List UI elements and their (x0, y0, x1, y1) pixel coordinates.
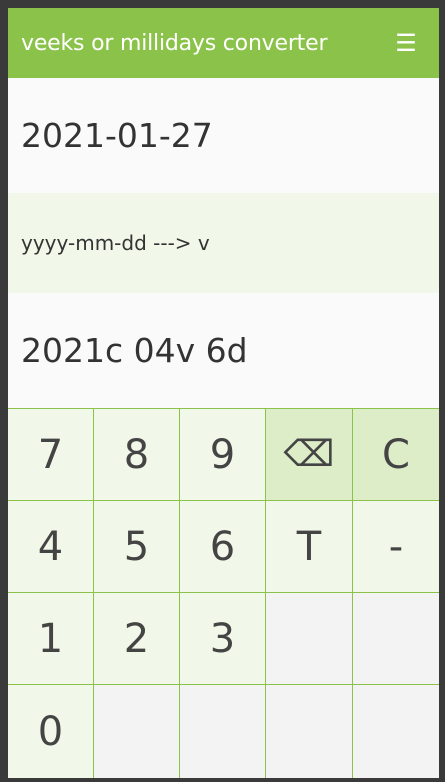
empty-key (353, 593, 439, 685)
empty-key (353, 685, 439, 778)
key-0[interactable]: 0 (8, 685, 94, 778)
input-value: 2021-01-27 (21, 116, 213, 155)
key-5[interactable]: 5 (94, 501, 180, 593)
empty-key (266, 685, 353, 778)
key-3[interactable]: 3 (180, 593, 266, 685)
minus-button[interactable]: - (353, 501, 439, 593)
empty-key (266, 593, 353, 685)
key-2[interactable]: 2 (94, 593, 180, 685)
empty-key (180, 685, 266, 778)
conversion-mode-selector[interactable]: yyyy-mm-dd ---> v (8, 193, 439, 293)
app-title: veeks or millidays converter (21, 30, 328, 56)
today-button[interactable]: T (266, 501, 353, 593)
key-9[interactable]: 9 (180, 409, 266, 501)
input-display[interactable]: 2021-01-27 (8, 78, 439, 193)
backspace-button[interactable]: ⌫ (266, 409, 353, 501)
keypad: 7 8 9 ⌫ C 4 5 6 T - 1 2 3 0 (8, 408, 439, 778)
backspace-icon: ⌫ (283, 434, 335, 475)
app-window: veeks or millidays converter ☰ 2021-01-2… (8, 8, 439, 778)
menu-icon[interactable]: ☰ (393, 30, 419, 57)
key-8[interactable]: 8 (94, 409, 180, 501)
key-4[interactable]: 4 (8, 501, 94, 593)
output-display: 2021c 04v 6d (8, 293, 439, 408)
conversion-mode-label: yyyy-mm-dd ---> v (21, 231, 210, 255)
key-6[interactable]: 6 (180, 501, 266, 593)
key-7[interactable]: 7 (8, 409, 94, 501)
app-bar: veeks or millidays converter ☰ (8, 8, 439, 78)
clear-button[interactable]: C (353, 409, 439, 501)
empty-key (94, 685, 180, 778)
output-value: 2021c 04v 6d (21, 331, 248, 370)
key-1[interactable]: 1 (8, 593, 94, 685)
